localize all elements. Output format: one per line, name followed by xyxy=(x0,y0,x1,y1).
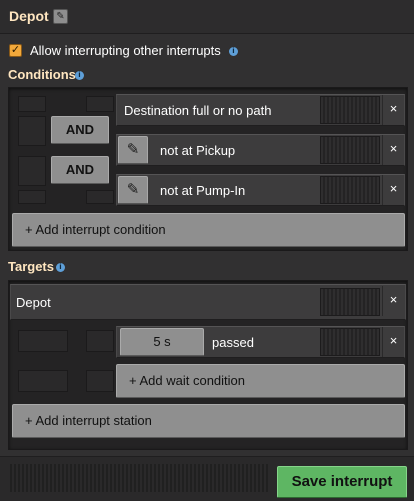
drag-handle[interactable] xyxy=(320,96,380,124)
wait-condition-text: passed xyxy=(212,335,254,350)
slot xyxy=(86,190,114,204)
pencil-icon[interactable]: ✎ xyxy=(118,136,148,164)
drag-handle[interactable] xyxy=(320,136,380,164)
drag-handle[interactable] xyxy=(320,176,380,204)
allow-interrupt-label: Allow interrupting other interrupts xyxy=(30,43,221,58)
slot xyxy=(86,330,114,352)
targets-title: Targets xyxy=(8,259,54,274)
wait-duration-button[interactable]: 5 s xyxy=(120,328,204,356)
close-icon[interactable]: × xyxy=(382,286,404,316)
drag-handle[interactable] xyxy=(8,464,270,492)
info-icon: i xyxy=(56,263,65,272)
pencil-icon[interactable]: ✎ xyxy=(118,176,148,204)
condition-text: Destination full or no path xyxy=(124,103,272,118)
add-interrupt-station-button[interactable]: + Add interrupt station xyxy=(12,404,405,438)
and-button[interactable]: AND xyxy=(51,156,109,184)
add-interrupt-condition-button[interactable]: + Add interrupt condition xyxy=(12,213,405,247)
slot xyxy=(18,370,68,392)
pencil-icon[interactable]: ✎ xyxy=(53,9,68,24)
slot xyxy=(18,190,46,204)
save-interrupt-button[interactable]: Save interrupt xyxy=(277,466,407,498)
slot xyxy=(86,370,114,392)
close-icon[interactable]: × xyxy=(382,327,404,357)
condition-text: not at Pump-In xyxy=(160,183,246,198)
drag-handle[interactable] xyxy=(320,328,380,356)
allow-interrupt-checkbox[interactable]: ✓ xyxy=(9,44,22,57)
condition-text: not at Pickup xyxy=(160,143,236,158)
slot xyxy=(18,116,46,146)
slot xyxy=(18,96,46,112)
slot xyxy=(86,96,114,112)
close-icon[interactable]: × xyxy=(382,95,404,125)
conditions-title: Conditions xyxy=(8,67,76,82)
station-name: Depot xyxy=(16,295,51,310)
add-wait-condition-button[interactable]: + Add wait condition xyxy=(116,364,405,398)
info-icon: i xyxy=(75,71,84,80)
slot xyxy=(18,330,68,352)
close-icon[interactable]: × xyxy=(382,135,404,165)
close-icon[interactable]: × xyxy=(382,175,404,205)
slot xyxy=(18,156,46,186)
drag-handle[interactable] xyxy=(320,288,380,316)
and-button[interactable]: AND xyxy=(51,116,109,144)
window-title: Depot xyxy=(9,8,49,24)
info-icon: i xyxy=(229,47,238,56)
